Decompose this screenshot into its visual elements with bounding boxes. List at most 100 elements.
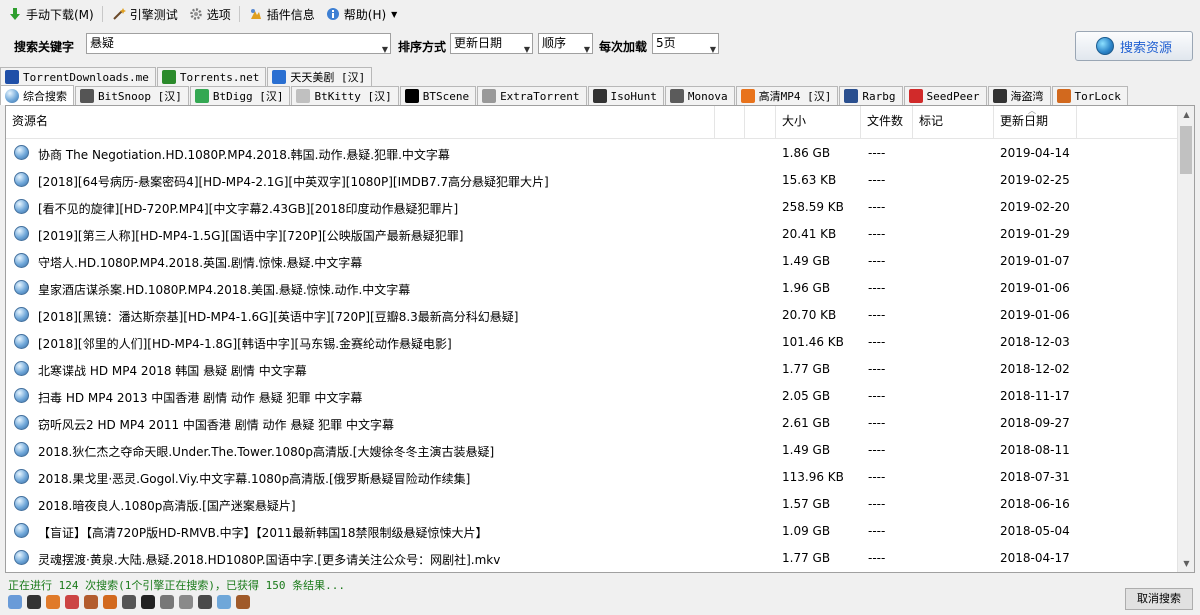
- column-name[interactable]: 资源名: [6, 106, 715, 139]
- pirate-icon: [992, 89, 1007, 103]
- column-blank-2[interactable]: [745, 106, 776, 139]
- order-select[interactable]: 顺序 ▼: [538, 33, 593, 54]
- search-bar: 搜索关键字 悬疑 ▼ 排序方式 更新日期 ▼ 顺序 ▼ 每次加载 5页 ▼ 搜索…: [0, 28, 1200, 64]
- cell-name: [2018][邻里的人们][HD-MP4-1.8G][韩语中字][马东锡.金赛纶…: [38, 337, 452, 351]
- sort-select[interactable]: 更新日期 ▼: [450, 33, 533, 54]
- table-row[interactable]: 扫毒 HD MP4 2013 中国香港 剧情 动作 悬疑 犯罪 中文字幕 2.05…: [6, 382, 1178, 409]
- menu-engine-test[interactable]: 引擎测试: [106, 3, 183, 25]
- cell-date: 2018-11-17: [1000, 389, 1070, 403]
- status-text: 正在进行 124 次搜索(1个引擎正在搜索)，已获得 150 条结果...: [8, 579, 345, 592]
- column-files[interactable]: 文件数: [861, 106, 913, 139]
- tab-engine[interactable]: SeedPeer: [903, 86, 987, 105]
- cell-name: 扫毒 HD MP4 2013 中国香港 剧情 动作 悬疑 犯罪 中文字幕: [38, 391, 363, 405]
- btkitty-icon: [296, 89, 311, 103]
- column-size[interactable]: 大小: [776, 106, 861, 139]
- menu-plugin-info[interactable]: 插件信息: [243, 3, 320, 25]
- tab-engine[interactable]: Torrents.net: [156, 67, 267, 86]
- keyword-value: 悬疑: [90, 36, 115, 50]
- cell-date: 2019-01-07: [1000, 254, 1070, 268]
- table-row[interactable]: 窃听风云2 HD MP4 2011 中国香港 剧情 动作 悬疑 犯罪 中文字幕 2…: [6, 409, 1178, 436]
- tab-engine[interactable]: Rarbg: [839, 86, 903, 105]
- chevron-down-icon[interactable]: ▼: [524, 40, 530, 59]
- tab-engine[interactable]: BitSnoop [汉]: [75, 86, 189, 105]
- cell-name: 北寒谍战 HD MP4 2018 韩国 悬疑 剧情 中文字幕: [38, 364, 307, 378]
- table-row[interactable]: [2018][邻里的人们][HD-MP4-1.8G][韩语中字][马东锡.金赛纶…: [6, 328, 1178, 355]
- keyword-combo[interactable]: 悬疑 ▼: [86, 33, 391, 54]
- cell-files: ----: [868, 416, 886, 430]
- tab-engine[interactable]: 天天美剧 [汉]: [267, 67, 373, 86]
- table-row[interactable]: 2018.狄仁杰之夺命天眼.Under.The.Tower.1080p高清版.[…: [6, 436, 1178, 463]
- table-row[interactable]: [2019][第三人称][HD-MP4-1.5G][国语中字][720P][公映…: [6, 220, 1178, 247]
- globe-icon: [14, 469, 29, 484]
- cell-files: ----: [868, 443, 886, 457]
- play-icon: [740, 89, 755, 103]
- cell-name: 2018.狄仁杰之夺命天眼.Under.The.Tower.1080p高清版.[…: [38, 445, 495, 459]
- table-row[interactable]: [2018][黑镜：潘达斯奈基][HD-MP4-1.6G][英语中字][720P…: [6, 301, 1178, 328]
- cell-size: 1.96 GB: [782, 281, 831, 295]
- table-row[interactable]: 2018.暗夜良人.1080p高清版.[国产迷案悬疑片] 1.57 GB ---- 2…: [6, 490, 1178, 517]
- cell-name: [2018][64号病历-悬案密码4][HD-MP4-2.1G][中英双字][1…: [38, 175, 549, 189]
- tab-engine[interactable]: BTScene: [399, 86, 477, 105]
- tab-engine[interactable]: IsoHunt: [587, 86, 664, 105]
- order-value: 顺序: [542, 36, 567, 50]
- engine-status-icon: [103, 595, 117, 609]
- table-row[interactable]: [看不见的旋律][HD-720P.MP4][中文字幕2.43GB][2018印度…: [6, 193, 1178, 220]
- engine-status-icon: [65, 595, 79, 609]
- tab-engine[interactable]: 海盗湾: [987, 86, 1051, 105]
- menu-manual-download[interactable]: 手动下载(M): [2, 3, 99, 25]
- globe-search-icon: [1095, 37, 1114, 55]
- column-date[interactable]: ︿ 更新日期: [994, 106, 1077, 139]
- tab-engine[interactable]: ExtraTorrent: [477, 86, 587, 105]
- cell-name: 守塔人.HD.1080P.MP4.2018.英国.剧情.惊悚.悬疑.中文字幕: [38, 256, 363, 270]
- chevron-down-icon[interactable]: ▼: [710, 40, 716, 59]
- cell-size: 1.09 GB: [782, 524, 831, 538]
- engine-status-icon: [8, 595, 22, 609]
- globe-icon: [14, 334, 29, 349]
- menu-help[interactable]: 帮助(H) ▼: [320, 3, 403, 25]
- globe-icon: [14, 415, 29, 430]
- per-load-select[interactable]: 5页 ▼: [652, 33, 719, 54]
- cell-size: 258.59 KB: [782, 200, 844, 214]
- tab-engine[interactable]: BtDigg [汉]: [189, 86, 291, 105]
- globe-icon: [14, 280, 29, 295]
- scroll-thumb[interactable]: [1180, 126, 1192, 174]
- column-blank-1[interactable]: [715, 106, 745, 139]
- tab-engine[interactable]: 综合搜索: [0, 85, 74, 105]
- engine-status-icon: [160, 595, 174, 609]
- table-row[interactable]: 皇家酒店谋杀案.HD.1080P.MP4.2018.美国.悬疑.惊悚.动作.中文…: [6, 274, 1178, 301]
- engine-status-icon: [179, 595, 193, 609]
- search-button[interactable]: 搜索资源: [1075, 31, 1193, 61]
- tab-label: 天天美剧 [汉]: [290, 71, 366, 84]
- table-row[interactable]: 守塔人.HD.1080P.MP4.2018.英国.剧情.惊悚.悬疑.中文字幕 1.…: [6, 247, 1178, 274]
- table-row[interactable]: 灵魂摆渡·黄泉.大陆.悬疑.2018.HD1080P.国语中字.[更多请关注公众…: [6, 544, 1178, 571]
- chevron-down-icon[interactable]: ▼: [584, 40, 590, 59]
- tab-label: ExtraTorrent: [500, 89, 580, 103]
- scroll-down-icon[interactable]: ▼: [1178, 555, 1194, 572]
- cell-name: 【盲证】【高清720P版HD-RMVB.中字】【2011最新韩国18禁限制级悬疑…: [38, 526, 488, 540]
- globe-icon: [14, 442, 29, 457]
- table-row[interactable]: 北寒谍战 HD MP4 2018 韩国 悬疑 剧情 中文字幕 1.77 GB ---…: [6, 355, 1178, 382]
- cell-date: 2019-02-25: [1000, 173, 1070, 187]
- tab-engine[interactable]: TorrentDownloads.me: [0, 67, 156, 86]
- chevron-down-icon[interactable]: ▼: [382, 40, 388, 59]
- vertical-scrollbar[interactable]: ▲ ▼: [1177, 106, 1194, 572]
- wand-icon: [111, 6, 127, 22]
- results-list[interactable]: 资源名 大小 文件数 标记 ︿ 更新日期 协商 The Negotiation.…: [5, 105, 1195, 573]
- scroll-up-icon[interactable]: ▲: [1178, 106, 1194, 123]
- table-row[interactable]: 协商 The Negotiation.HD.1080P.MP4.2018.韩国.…: [6, 139, 1178, 166]
- tab-engine[interactable]: Monova: [664, 86, 735, 105]
- tab-label: SeedPeer: [926, 89, 980, 103]
- column-tag[interactable]: 标记: [913, 106, 994, 139]
- torlock-icon: [1056, 89, 1071, 103]
- table-row[interactable]: 2018.果戈里·恶灵.Gogol.Viy.中文字幕.1080p高清版.[俄罗斯…: [6, 463, 1178, 490]
- table-row[interactable]: [2018][64号病历-悬案密码4][HD-MP4-2.1G][中英双字][1…: [6, 166, 1178, 193]
- menu-options[interactable]: 选项: [183, 3, 236, 25]
- tab-engine[interactable]: TorLock: [1051, 86, 1128, 105]
- engine-status-icon: [46, 595, 60, 609]
- table-row[interactable]: 【盲证】【高清720P版HD-RMVB.中字】【2011最新韩国18禁限制级悬疑…: [6, 517, 1178, 544]
- cancel-search-button[interactable]: 取消搜索: [1125, 588, 1193, 610]
- cell-name: [2019][第三人称][HD-MP4-1.5G][国语中字][720P][公映…: [38, 229, 464, 243]
- sort-up-icon: ︿: [1028, 106, 1036, 115]
- tab-engine[interactable]: BtKitty [汉]: [291, 86, 399, 105]
- tab-engine[interactable]: 高清MP4 [汉]: [735, 86, 839, 105]
